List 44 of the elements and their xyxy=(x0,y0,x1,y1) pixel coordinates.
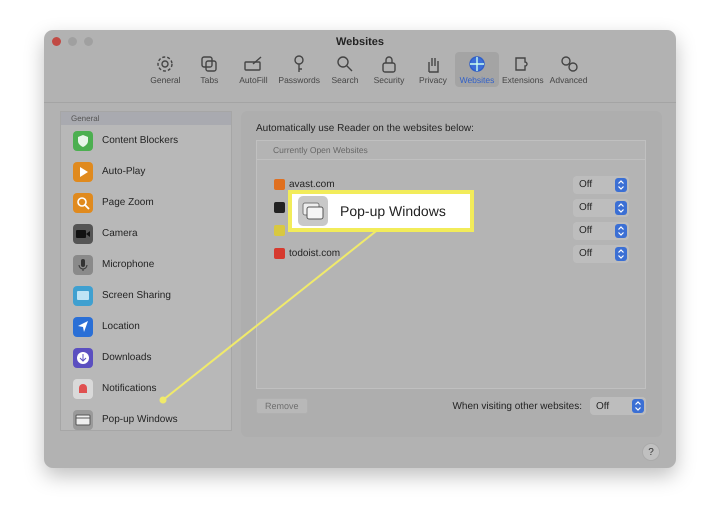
toolbar-tab[interactable]: Privacy xyxy=(410,52,455,87)
sidebar-item[interactable]: Auto-Play xyxy=(61,156,231,187)
toolbar-tab[interactable]: Search xyxy=(322,52,367,87)
sidebar-item[interactable]: Microphone xyxy=(61,249,231,280)
sidebar-item[interactable]: Notifications xyxy=(61,373,231,404)
site-name: todoist.com xyxy=(289,248,340,259)
description-text: Automatically use Reader on the websites below: xyxy=(256,123,475,134)
toolbar-tab[interactable]: AutoFill xyxy=(231,52,276,87)
close-button[interactable] xyxy=(52,37,61,46)
site-name: avast.com xyxy=(289,179,335,190)
search-icon xyxy=(334,54,355,74)
windows-icon xyxy=(298,196,328,226)
sidebar-item[interactable]: Page Zoom xyxy=(61,187,231,218)
sidebar-item[interactable]: Downloads xyxy=(61,342,231,373)
callout-text: Pop-up Windows xyxy=(340,203,446,219)
sidebar-header: General xyxy=(61,112,231,125)
setting-dropdown[interactable]: Off xyxy=(573,198,629,216)
stepper-icon xyxy=(615,200,627,214)
stepper-icon xyxy=(615,178,627,192)
stepper-icon xyxy=(615,246,627,260)
toolbar-tab[interactable]: Security xyxy=(366,52,411,87)
gear-icon xyxy=(155,54,176,74)
gears-icon xyxy=(558,54,579,74)
stepper-icon xyxy=(615,224,627,238)
toolbar-tab[interactable]: General xyxy=(143,52,188,87)
table-header: Currently Open Websites xyxy=(257,141,645,160)
toolbar-tab[interactable]: Passwords xyxy=(275,52,323,87)
sidebar-item[interactable]: Content Blockers xyxy=(61,125,231,156)
other-websites-label: When visiting other websites: xyxy=(452,400,582,412)
help-button[interactable]: ? xyxy=(642,443,660,461)
setting-dropdown[interactable]: Off xyxy=(573,176,629,194)
sidebar-item[interactable]: Location xyxy=(61,311,231,342)
stepper-icon xyxy=(632,399,644,413)
sidebar-item[interactable]: Camera xyxy=(61,218,231,249)
sidebar-item[interactable]: Pop-up Windows xyxy=(61,404,231,435)
toolbar-tab[interactable]: Tabs xyxy=(187,52,232,87)
window-title: Websites xyxy=(336,35,384,48)
sidebar-item[interactable]: Screen Sharing xyxy=(61,280,231,311)
toolbar-tab[interactable]: Advanced xyxy=(546,52,591,87)
setting-dropdown[interactable]: Off xyxy=(573,222,629,240)
tabs-icon xyxy=(199,54,220,74)
setting-dropdown[interactable]: Off xyxy=(573,244,629,262)
setting-dropdown[interactable]: Off xyxy=(590,397,646,415)
toolbar-tab[interactable]: Extensions xyxy=(498,52,547,87)
